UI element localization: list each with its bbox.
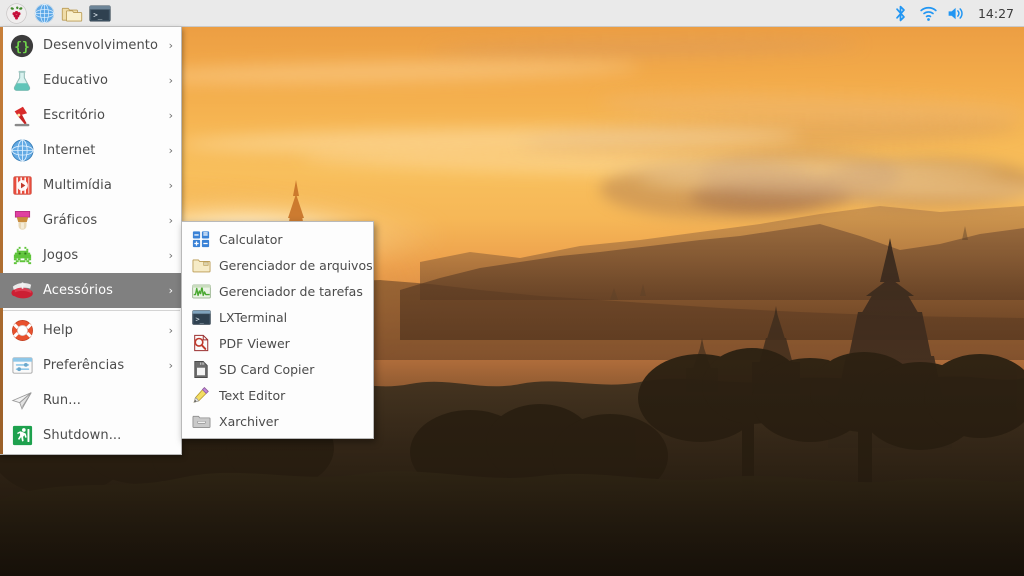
menu-item-label: Multimídia	[43, 178, 112, 193]
menu-item-label: Gráficos	[43, 213, 98, 228]
menu-item-escritorio[interactable]: Escritório ›	[0, 98, 181, 133]
menu-item-preferencias[interactable]: Preferências ›	[0, 348, 181, 383]
menu-item-label: Help	[43, 323, 74, 338]
sliders-icon	[9, 353, 35, 379]
chevron-right-icon: ›	[168, 144, 173, 157]
terminal-launcher[interactable]: >_	[86, 0, 114, 27]
chevron-right-icon: ›	[168, 214, 173, 227]
pencil-icon	[191, 385, 211, 405]
archive-icon	[191, 411, 211, 431]
volume-tray-icon[interactable]	[944, 0, 970, 27]
folders-icon	[61, 7, 83, 22]
submenu-item-label: Gerenciador de tarefas	[219, 283, 363, 299]
submenu-item-sd-card-copier[interactable]: SD Card Copier	[182, 356, 373, 382]
menu-item-desenvolvimento[interactable]: {} Desenvolvimento ›	[0, 28, 181, 63]
desk-lamp-icon	[9, 103, 35, 129]
task-manager-icon	[191, 281, 211, 301]
desktop-screen: >_ 14:27 {} Desenvolvimento › Educativo …	[0, 0, 1024, 576]
submenu-item-label: LXTerminal	[219, 309, 288, 325]
taskbar-launchers: >_	[0, 0, 114, 27]
menu-item-help[interactable]: Help ›	[0, 313, 181, 348]
submenu-item-lxterminal[interactable]: >_ LXTerminal	[182, 304, 373, 330]
menu-separator	[1, 310, 180, 311]
chevron-right-icon: ›	[168, 109, 173, 122]
submenu-item-label: Xarchiver	[219, 413, 279, 429]
swiss-knife-icon	[9, 278, 35, 304]
svg-text:>_: >_	[93, 10, 103, 19]
menu-item-label: Preferências	[43, 358, 125, 373]
submenu-item-label: Gerenciador de arquivos	[219, 257, 373, 273]
menu-item-label: Educativo	[43, 73, 109, 88]
menu-item-shutdown[interactable]: Shutdown...	[0, 418, 181, 453]
menu-item-label: Acessórios	[43, 283, 113, 298]
svg-text:>_: >_	[195, 315, 204, 323]
pdf-viewer-icon	[191, 333, 211, 353]
braces-icon: {}	[9, 33, 35, 59]
chevron-right-icon: ›	[168, 74, 173, 87]
globe-icon	[34, 3, 54, 23]
submenu-item-file-manager[interactable]: Gerenciador de arquivos	[182, 252, 373, 278]
menu-item-label: Desenvolvimento	[43, 38, 159, 53]
wifi-tray-icon[interactable]	[916, 0, 942, 27]
submenu-item-label: SD Card Copier	[219, 361, 315, 377]
file-manager-launcher[interactable]	[58, 0, 86, 27]
menu-item-graficos[interactable]: Gráficos ›	[0, 203, 181, 238]
chevron-right-icon: ›	[168, 324, 173, 337]
menu-item-label: Shutdown...	[43, 428, 122, 443]
globe-icon	[9, 138, 35, 164]
menu-item-educativo[interactable]: Educativo ›	[0, 63, 181, 98]
submenu-item-label: PDF Viewer	[219, 335, 290, 351]
paintbrush-icon	[9, 208, 35, 234]
exit-runner-icon	[9, 423, 35, 449]
sd-card-icon	[191, 359, 211, 379]
speaker-icon	[949, 7, 964, 19]
submenu-item-task-manager[interactable]: Gerenciador de tarefas	[182, 278, 373, 304]
clock[interactable]: 14:27	[972, 6, 1016, 21]
wifi-icon	[920, 6, 938, 21]
menu-item-acessorios[interactable]: Acessórios ›	[0, 273, 181, 308]
chevron-right-icon: ›	[168, 249, 173, 262]
submenu-item-pdf-viewer[interactable]: PDF Viewer	[182, 330, 373, 356]
bluetooth-tray-icon[interactable]	[888, 0, 914, 27]
submenu-item-xarchiver[interactable]: Xarchiver	[182, 408, 373, 434]
submenu-item-calculator[interactable]: Calculator	[182, 226, 373, 252]
menu-item-jogos[interactable]: Jogos ›	[0, 238, 181, 273]
menu-item-label: Escritório	[43, 108, 106, 123]
menu-item-run[interactable]: Run...	[0, 383, 181, 418]
chevron-right-icon: ›	[168, 179, 173, 192]
menu-item-label: Jogos	[43, 248, 79, 263]
web-browser-launcher[interactable]	[30, 0, 58, 27]
terminal-icon: >_	[89, 4, 111, 22]
terminal-icon: >_	[191, 307, 211, 327]
file-manager-icon	[191, 255, 211, 275]
menu-item-label: Run...	[43, 393, 81, 408]
bluetooth-icon	[896, 5, 906, 21]
submenu-item-label: Calculator	[219, 231, 283, 247]
taskbar: >_ 14:27	[0, 0, 1024, 27]
alien-icon	[9, 243, 35, 269]
raspberry-icon	[5, 2, 27, 24]
application-menu: {} Desenvolvimento › Educativo › Escritó…	[0, 27, 182, 455]
calculator-icon	[191, 229, 211, 249]
lifebuoy-icon	[9, 318, 35, 344]
chevron-right-icon: ›	[168, 359, 173, 372]
menu-item-internet[interactable]: Internet ›	[0, 133, 181, 168]
chevron-right-icon: ›	[168, 284, 173, 297]
svg-text:{}: {}	[14, 40, 30, 55]
submenu-item-text-editor[interactable]: Text Editor	[182, 382, 373, 408]
raspberry-menu-button[interactable]	[2, 0, 30, 27]
menu-item-multimidia[interactable]: Multimídia ›	[0, 168, 181, 203]
film-icon	[9, 173, 35, 199]
submenu-item-label: Text Editor	[219, 387, 286, 403]
accessories-submenu: Calculator Gerenciador de arquivos Geren…	[181, 221, 374, 439]
paper-plane-icon	[9, 388, 35, 414]
chevron-right-icon: ›	[168, 39, 173, 52]
system-tray: 14:27	[888, 0, 1024, 27]
flask-icon	[9, 68, 35, 94]
menu-item-label: Internet	[43, 143, 96, 158]
